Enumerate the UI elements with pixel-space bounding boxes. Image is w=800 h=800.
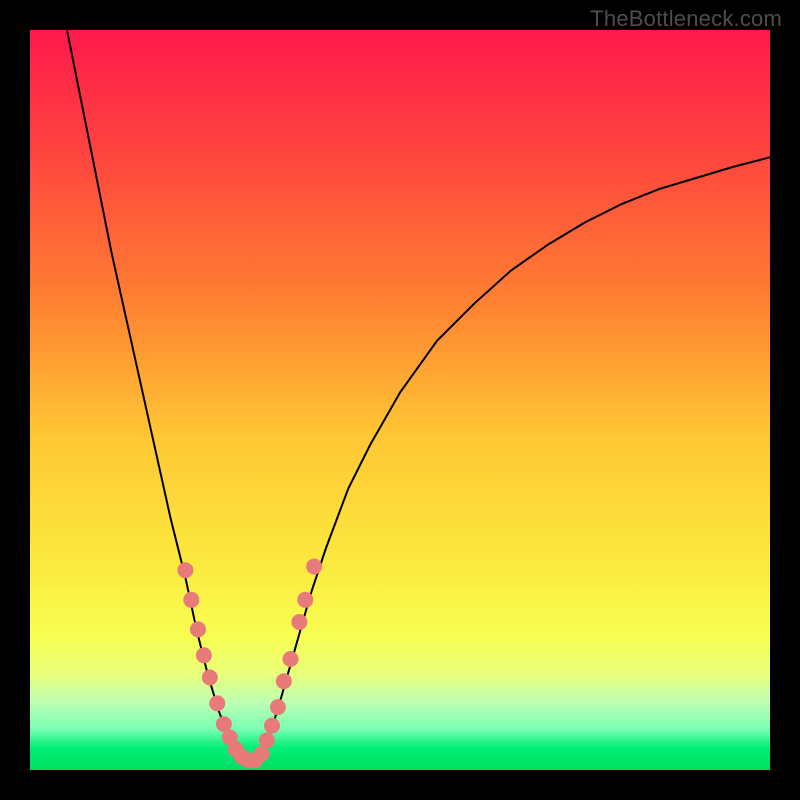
attribution-text: TheBottleneck.com <box>590 6 782 32</box>
data-markers <box>177 559 322 769</box>
series-left-curve <box>67 30 237 759</box>
marker-3 <box>196 647 212 663</box>
marker-13 <box>259 732 275 748</box>
marker-2 <box>190 621 206 637</box>
marker-5 <box>209 695 225 711</box>
curve-lines <box>67 30 770 761</box>
marker-14 <box>264 718 280 734</box>
marker-20 <box>306 559 322 575</box>
marker-18 <box>291 614 307 630</box>
marker-1 <box>183 592 199 608</box>
plot-area <box>30 30 770 770</box>
chart-container: { "attribution": "TheBottleneck.com", "c… <box>0 0 800 800</box>
series-right-curve <box>259 157 770 759</box>
marker-4 <box>202 670 218 686</box>
marker-15 <box>270 699 286 715</box>
marker-17 <box>282 651 298 667</box>
marker-19 <box>297 592 313 608</box>
marker-0 <box>177 562 193 578</box>
marker-16 <box>276 673 292 689</box>
chart-svg <box>30 30 770 770</box>
